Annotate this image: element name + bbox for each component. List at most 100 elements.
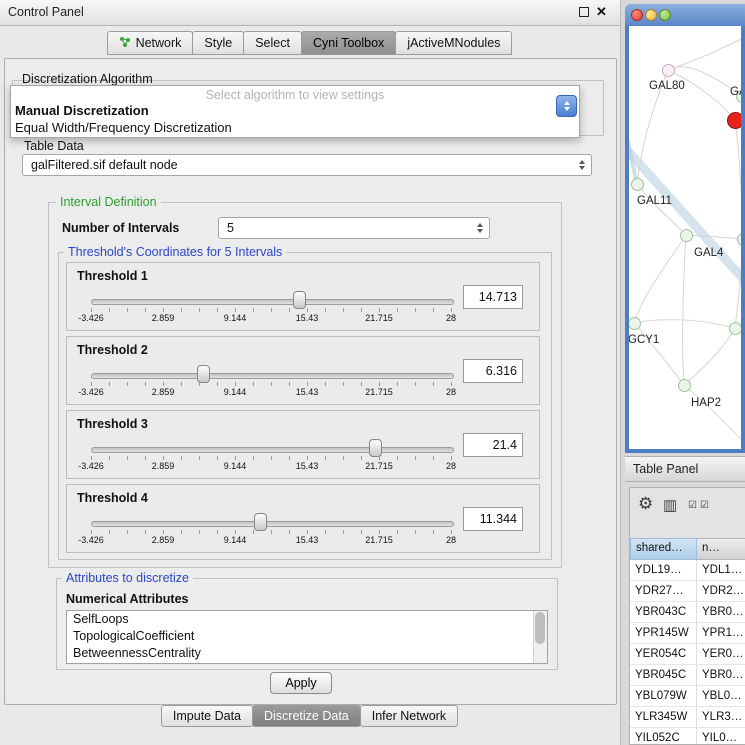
attributes-group-legend: Attributes to discretize <box>62 571 193 585</box>
tab-cyni-toolbox[interactable]: Cyni Toolbox <box>301 31 396 55</box>
tab-style[interactable]: Style <box>192 31 244 55</box>
threshold-value-field[interactable]: 6.316 <box>463 359 523 383</box>
table-row[interactable]: YIL052CYIL0… <box>630 728 745 745</box>
table-cell: YPR145W <box>630 623 697 643</box>
checkbox-icon[interactable]: ☑ <box>700 500 709 511</box>
table-cell: YLR345W <box>630 707 697 727</box>
gear-icon[interactable]: ⚙ <box>638 494 653 514</box>
slider-ticks <box>91 382 453 386</box>
slider-thumb[interactable] <box>254 513 267 531</box>
table-data-value: galFiltered.sif default node <box>31 158 178 172</box>
scrollbar-thumb[interactable] <box>535 612 545 644</box>
zoom-light-icon[interactable] <box>659 9 671 21</box>
table-cell: YBR0… <box>697 602 745 622</box>
list-item[interactable]: TopologicalCoefficient <box>67 628 547 645</box>
slider-track[interactable] <box>91 521 454 527</box>
apply-button[interactable]: Apply <box>270 672 332 694</box>
attributes-list[interactable]: SelfLoopsTopologicalCoefficientBetweenne… <box>66 610 548 664</box>
network-tab-icon <box>119 36 131 51</box>
tab-label: Impute Data <box>173 709 241 723</box>
network-node-label: GAL80 <box>649 80 685 92</box>
algorithm-option[interactable]: Manual Discretization <box>15 103 149 118</box>
table-row[interactable]: YDR27…YDR2… <box>630 581 745 602</box>
table-row[interactable]: YBR043CYBR0… <box>630 602 745 623</box>
slider-track[interactable] <box>91 447 454 453</box>
threshold-panel: Threshold 1-3.4262.8599.14415.4321.71528… <box>66 262 540 331</box>
arrow-up-icon <box>564 101 570 105</box>
list-item[interactable]: BetweennessCentrality <box>67 645 547 662</box>
scrollbar[interactable] <box>533 611 547 663</box>
table-cell: YDR27… <box>630 581 697 601</box>
network-node[interactable] <box>629 317 641 330</box>
columns-icon[interactable]: ▥ <box>663 496 677 514</box>
checkbox-icon[interactable]: ☑ <box>688 500 697 511</box>
table-row[interactable]: YPR145WYPR1… <box>630 623 745 644</box>
table-row[interactable]: YDL19…YDL1… <box>630 560 745 581</box>
threshold-value-field[interactable]: 14.713 <box>463 285 523 309</box>
tab-network[interactable]: Network <box>107 31 194 55</box>
network-canvas[interactable]: GAL80GAGAL11GAL4GCY1HAP2 <box>629 26 741 449</box>
tick-label: -3.426 <box>78 461 104 471</box>
tick-label: 2.859 <box>152 535 175 545</box>
slider-thumb[interactable] <box>197 365 210 383</box>
table-row[interactable]: YBL079WYBL0… <box>630 686 745 707</box>
network-node[interactable] <box>662 64 675 77</box>
network-node[interactable] <box>631 178 644 191</box>
close-light-icon[interactable] <box>631 9 643 21</box>
tab-impute-data[interactable]: Impute Data <box>161 705 253 727</box>
float-window-icon[interactable] <box>579 7 589 17</box>
column-header[interactable]: n… <box>697 538 745 560</box>
slider-ticks <box>91 530 453 534</box>
column-header[interactable]: shared… <box>630 538 697 560</box>
network-node[interactable] <box>729 322 742 335</box>
numerical-attributes-label: Numerical Attributes <box>66 592 188 606</box>
algorithm-combobox-button[interactable] <box>556 95 577 117</box>
thresholds-group-legend: Threshold's Coordinates for 5 Intervals <box>64 245 286 259</box>
threshold-value-field[interactable]: 21.4 <box>463 433 523 457</box>
list-item[interactable]: SelfLoops <box>67 611 547 628</box>
table-row[interactable]: YLR345WYLR3… <box>630 707 745 728</box>
panel-title: Control Panel <box>8 5 84 19</box>
table-panel-header: Table Panel <box>625 456 745 482</box>
control-panel-titlebar: Control Panel ✕ <box>0 0 620 26</box>
spinner-arrows-icon <box>477 223 483 233</box>
tick-label: 15.43 <box>296 535 319 545</box>
table-cell: YIL0… <box>697 728 745 745</box>
tab-label: Network <box>136 36 182 50</box>
network-node-label: GA <box>730 86 741 98</box>
threshold-value-field[interactable]: 11.344 <box>463 507 523 531</box>
number-of-intervals-combobox[interactable]: 5 <box>218 217 490 239</box>
network-window: GAL80GAGAL11GAL4GCY1HAP2 <box>625 4 745 453</box>
table-row[interactable]: YER054CYER0… <box>630 644 745 665</box>
tab-infer-network[interactable]: Infer Network <box>360 705 458 727</box>
table-cell: YBR043C <box>630 602 697 622</box>
number-of-intervals-label: Number of Intervals <box>62 221 179 235</box>
slider-track[interactable] <box>91 373 454 379</box>
network-node[interactable] <box>680 229 693 242</box>
table-cell: YBR0… <box>697 665 745 685</box>
algorithm-dropdown-popup: Select algorithm to view settings Manual… <box>10 85 580 138</box>
tick-label: 15.43 <box>296 313 319 323</box>
network-node-red[interactable] <box>727 112 742 129</box>
tick-label: 9.144 <box>224 461 247 471</box>
tab-select[interactable]: Select <box>243 31 302 55</box>
slider-ticks <box>91 308 453 312</box>
table-row[interactable]: YBR045CYBR0… <box>630 665 745 686</box>
algorithm-option[interactable]: Equal Width/Frequency Discretization <box>15 120 232 135</box>
slider-track[interactable] <box>91 299 454 305</box>
slider-thumb[interactable] <box>293 291 306 309</box>
tab-discretize-data[interactable]: Discretize Data <box>252 705 361 727</box>
network-titlebar[interactable] <box>625 4 745 26</box>
slider-thumb[interactable] <box>369 439 382 457</box>
network-node-label: GCY1 <box>629 334 659 346</box>
tick-label: 21.715 <box>365 461 393 471</box>
table-cell: YIL052C <box>630 728 697 745</box>
tab-jactivemnodules[interactable]: jActiveMNodules <box>395 31 512 55</box>
table-cell: YLR3… <box>697 707 745 727</box>
minimize-light-icon[interactable] <box>645 9 657 21</box>
tick-label: 2.859 <box>152 313 175 323</box>
dropdown-placeholder: Select algorithm to view settings <box>11 88 579 102</box>
close-icon[interactable]: ✕ <box>596 4 607 20</box>
network-node[interactable] <box>678 379 691 392</box>
table-data-combobox[interactable]: galFiltered.sif default node <box>22 154 592 176</box>
